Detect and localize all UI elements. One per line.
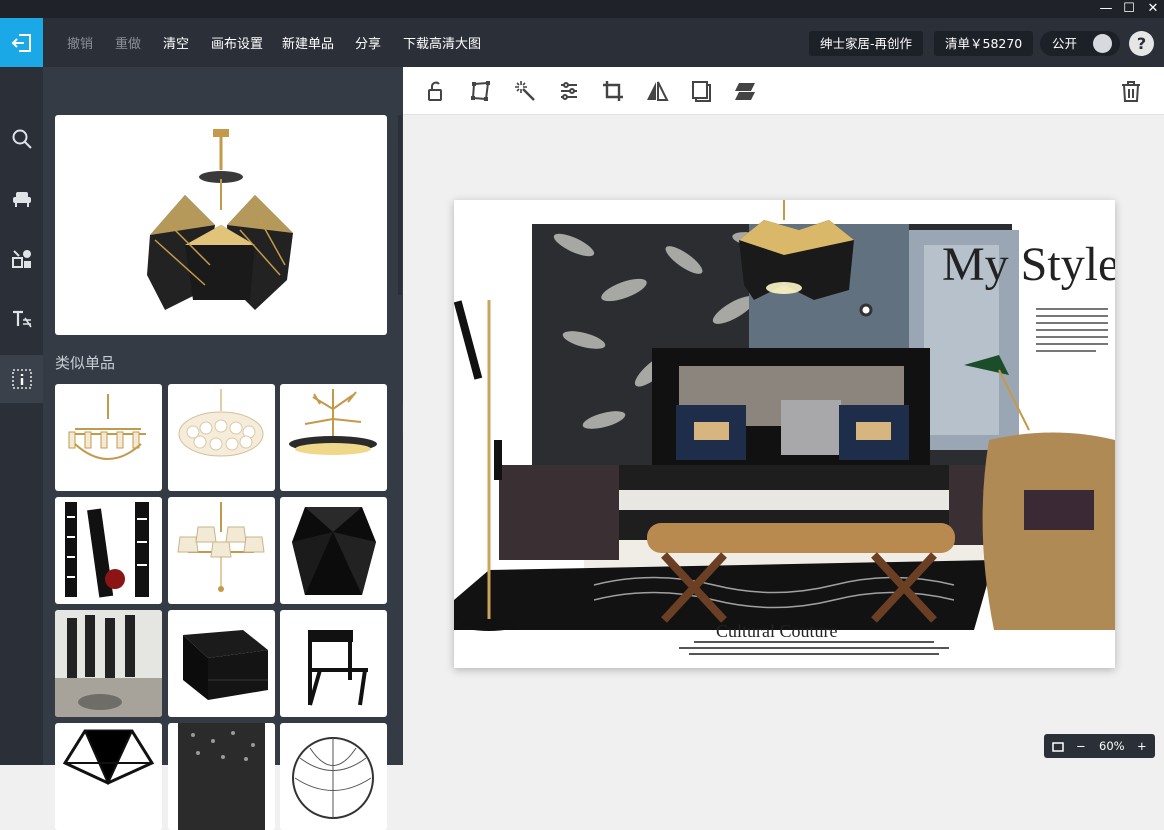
- pattern-rug-image: [178, 723, 265, 830]
- black-chair-image: [308, 630, 368, 706]
- project-name-button[interactable]: 绅士家居-再创作: [809, 31, 924, 56]
- similar-item[interactable]: [55, 610, 162, 717]
- maximize-button[interactable]: ☐: [1118, 0, 1140, 18]
- new-item-button[interactable]: 新建单品: [282, 33, 334, 52]
- layers-icon: [735, 83, 755, 100]
- unlock-icon: [428, 81, 442, 101]
- brass-chandelier-image: [68, 394, 146, 460]
- shelving-image: [65, 502, 149, 598]
- toggle-knob: [1093, 34, 1112, 53]
- similar-items-title: 类似单品: [55, 354, 116, 372]
- black-stool-image: [292, 507, 376, 595]
- geometric-pendant-image: [62, 729, 155, 786]
- similar-item[interactable]: [280, 723, 387, 830]
- delete-tool[interactable]: [1119, 79, 1143, 103]
- board-headline: My Style: [942, 238, 1115, 291]
- panel-scrollbar[interactable]: [398, 115, 402, 295]
- similar-item[interactable]: [168, 723, 275, 830]
- perspective-tool[interactable]: [469, 79, 493, 103]
- flip-icon: [647, 81, 669, 101]
- shadow-icon: [692, 81, 711, 102]
- info-rail-button[interactable]: [0, 355, 43, 403]
- room-photo-image: [55, 610, 162, 717]
- shadow-tool[interactable]: [689, 79, 713, 103]
- similar-item[interactable]: [55, 497, 162, 604]
- similar-item[interactable]: [280, 384, 387, 491]
- search-icon: [12, 129, 32, 149]
- sphere-lamp-image: [292, 737, 374, 819]
- crop-tool[interactable]: [601, 79, 625, 103]
- magic-wand-tool[interactable]: [513, 79, 537, 103]
- redo-button[interactable]: 重做: [115, 33, 141, 52]
- shade-chandelier-image: [177, 502, 265, 592]
- flip-tool[interactable]: [645, 79, 669, 103]
- similar-item[interactable]: [168, 610, 275, 717]
- fit-icon: [1052, 741, 1064, 752]
- price-list-button[interactable]: 清单￥58270: [934, 31, 1034, 56]
- perspective-icon: [471, 81, 490, 101]
- undo-button[interactable]: 撤销: [67, 33, 93, 52]
- zoom-in-button[interactable]: +: [1137, 734, 1147, 758]
- crystal-chandelier-image: [178, 389, 264, 457]
- minimize-button[interactable]: —: [1095, 0, 1117, 18]
- canvas-settings-button[interactable]: 画布设置: [211, 33, 263, 52]
- text-icon: [12, 310, 32, 328]
- info-icon: [11, 369, 32, 389]
- close-button[interactable]: ✕: [1142, 0, 1164, 18]
- zoom-level: 60%: [1099, 739, 1125, 753]
- title-bar: — ☐ ✕: [0, 0, 1164, 20]
- selected-item-preview[interactable]: [55, 115, 387, 335]
- chandelier-image: [147, 129, 293, 310]
- shapes-icon: [11, 250, 31, 268]
- share-button[interactable]: 分享: [355, 33, 381, 52]
- shapes-rail-button[interactable]: [0, 235, 43, 283]
- adjust-tool[interactable]: [557, 79, 581, 103]
- design-canvas[interactable]: My Style Cultural Couture: [454, 200, 1115, 668]
- branch-pendant-image: [289, 389, 377, 455]
- similar-item[interactable]: [280, 497, 387, 604]
- sliders-icon: [561, 82, 577, 100]
- layer-tool[interactable]: [733, 79, 757, 103]
- exit-icon: [11, 33, 31, 52]
- board-subhead: Cultural Couture: [716, 621, 837, 641]
- similar-item[interactable]: [168, 497, 275, 604]
- left-rail: [0, 67, 43, 765]
- public-label: 公开: [1052, 36, 1078, 51]
- furniture-rail-button[interactable]: [0, 175, 43, 223]
- trash-icon: [1122, 81, 1140, 102]
- mood-board-image: My Style Cultural Couture: [454, 200, 1115, 655]
- edit-toolbar: [403, 67, 1164, 115]
- search-rail-button[interactable]: [0, 115, 43, 163]
- text-rail-button[interactable]: [0, 295, 43, 343]
- sofa-icon: [12, 192, 31, 207]
- fit-screen-button[interactable]: [1052, 734, 1064, 758]
- public-toggle[interactable]: 公开: [1040, 31, 1120, 56]
- help-button[interactable]: ?: [1129, 31, 1154, 56]
- zoom-control: − 60% +: [1044, 734, 1155, 758]
- similar-item[interactable]: [168, 384, 275, 491]
- crop-icon: [603, 81, 623, 101]
- magic-wand-icon: [515, 81, 535, 101]
- similar-item[interactable]: [55, 723, 162, 830]
- black-ottoman-image: [183, 630, 268, 700]
- zoom-out-button[interactable]: −: [1076, 734, 1086, 758]
- exit-button[interactable]: [0, 18, 43, 67]
- clear-button[interactable]: 清空: [163, 33, 189, 52]
- app-header: 撤销 重做 清空 画布设置 新建单品 分享 下载高清大图 绅士家居-再创作 清单…: [0, 18, 1164, 67]
- similar-item[interactable]: [280, 610, 387, 717]
- download-hd-button[interactable]: 下载高清大图: [403, 33, 481, 52]
- similar-item[interactable]: [55, 384, 162, 491]
- unlock-tool[interactable]: [423, 79, 447, 103]
